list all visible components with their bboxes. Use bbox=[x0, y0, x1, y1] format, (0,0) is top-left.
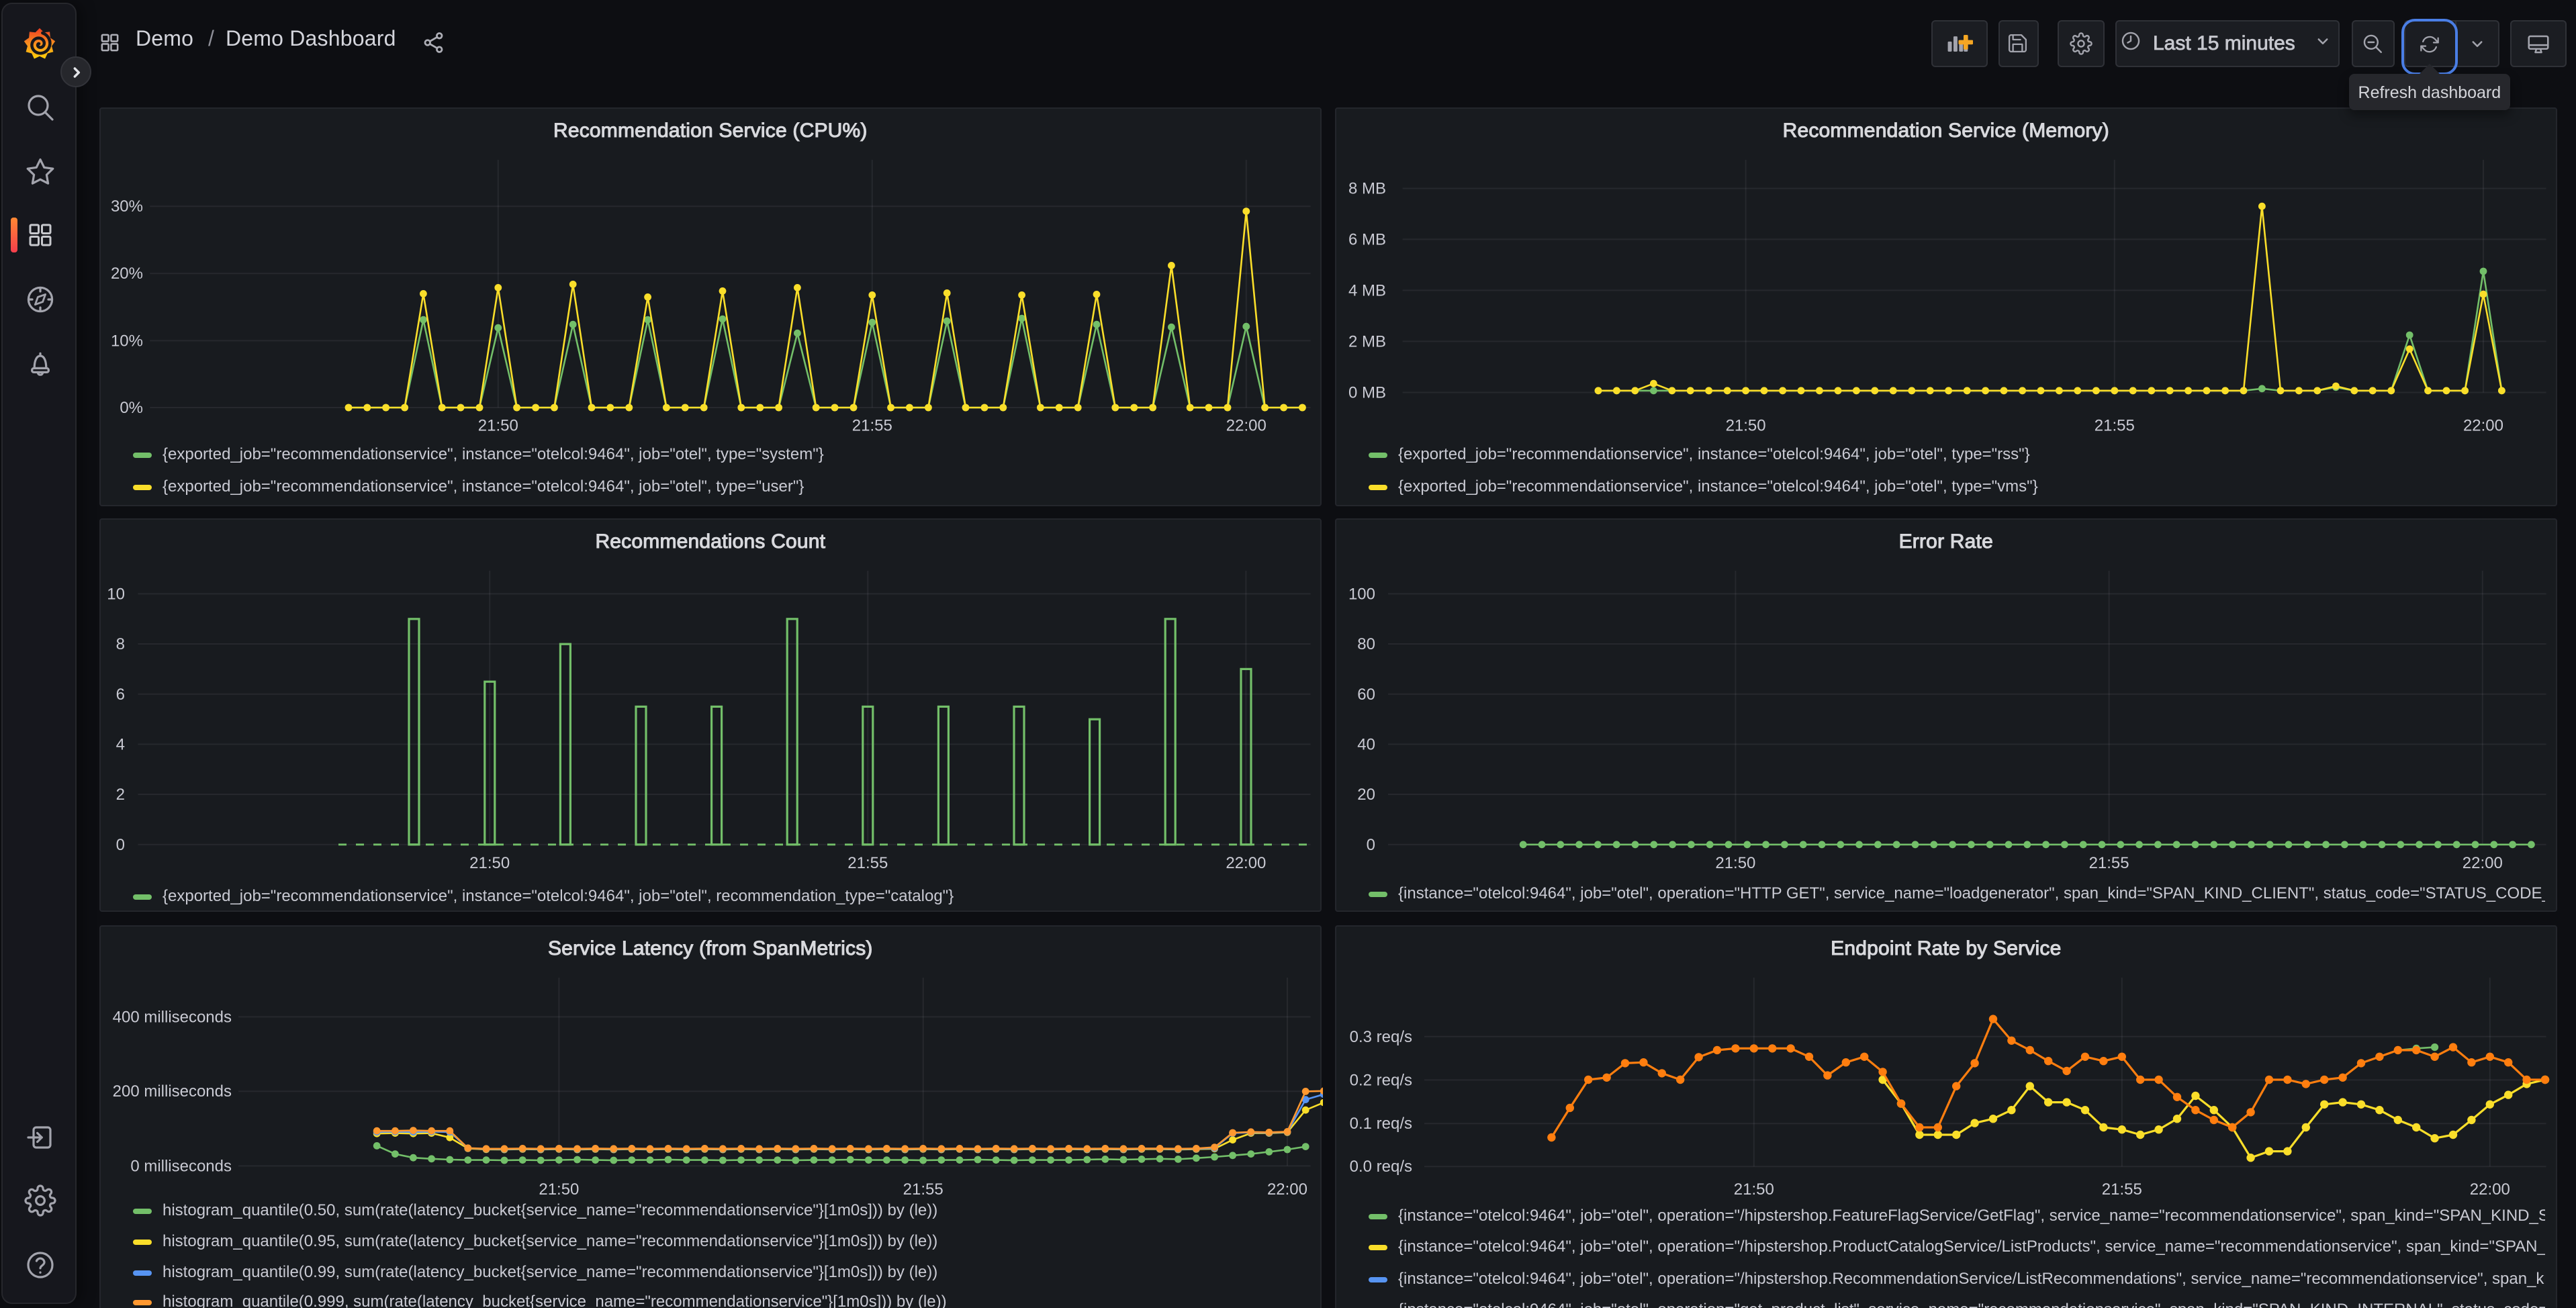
svg-text:0: 0 bbox=[1366, 835, 1375, 853]
svg-text:10: 10 bbox=[106, 584, 124, 602]
svg-text:2 MB: 2 MB bbox=[1348, 332, 1385, 351]
svg-text:200 milliseconds: 200 milliseconds bbox=[112, 1082, 231, 1101]
svg-text:400 milliseconds: 400 milliseconds bbox=[112, 1008, 231, 1026]
svg-text:4: 4 bbox=[116, 735, 124, 753]
svg-text:21:55: 21:55 bbox=[2088, 853, 2129, 872]
svg-text:0.2 req/s: 0.2 req/s bbox=[1349, 1071, 1412, 1089]
svg-text:0.1 req/s: 0.1 req/s bbox=[1349, 1115, 1412, 1133]
svg-text:8 MB: 8 MB bbox=[1348, 180, 1385, 198]
svg-text:60: 60 bbox=[1356, 685, 1375, 703]
svg-text:0: 0 bbox=[116, 835, 124, 853]
svg-text:22:00: 22:00 bbox=[2462, 853, 2502, 872]
svg-text:22:00: 22:00 bbox=[2469, 1180, 2510, 1199]
svg-text:21:50: 21:50 bbox=[1714, 853, 1755, 872]
svg-text:0 milliseconds: 0 milliseconds bbox=[130, 1157, 231, 1175]
svg-text:0.3 req/s: 0.3 req/s bbox=[1349, 1028, 1412, 1046]
svg-text:4 MB: 4 MB bbox=[1348, 281, 1385, 299]
svg-text:2: 2 bbox=[116, 785, 124, 803]
svg-text:22:00: 22:00 bbox=[2463, 416, 2503, 434]
svg-text:40: 40 bbox=[1356, 735, 1375, 753]
svg-text:0.0 req/s: 0.0 req/s bbox=[1349, 1158, 1412, 1176]
svg-text:80: 80 bbox=[1356, 635, 1375, 653]
svg-text:6 MB: 6 MB bbox=[1348, 230, 1385, 248]
svg-text:0 MB: 0 MB bbox=[1348, 383, 1385, 402]
svg-text:6: 6 bbox=[116, 685, 124, 703]
svg-text:21:55: 21:55 bbox=[847, 853, 887, 872]
svg-text:21:50: 21:50 bbox=[469, 853, 509, 872]
svg-text:20: 20 bbox=[1356, 785, 1375, 803]
svg-text:22:00: 22:00 bbox=[1225, 853, 1265, 872]
svg-text:22:00: 22:00 bbox=[1226, 416, 1266, 434]
svg-text:21:55: 21:55 bbox=[2094, 416, 2134, 434]
svg-text:8: 8 bbox=[116, 635, 124, 653]
svg-text:100: 100 bbox=[1348, 584, 1375, 602]
svg-text:30%: 30% bbox=[110, 197, 142, 216]
svg-text:0%: 0% bbox=[119, 399, 142, 417]
svg-text:21:55: 21:55 bbox=[2101, 1180, 2142, 1199]
svg-text:20%: 20% bbox=[110, 265, 142, 283]
svg-text:21:50: 21:50 bbox=[1725, 416, 1765, 434]
svg-text:21:50: 21:50 bbox=[477, 416, 518, 434]
svg-text:10%: 10% bbox=[110, 332, 142, 350]
svg-text:21:50: 21:50 bbox=[1733, 1180, 1774, 1199]
svg-text:21:55: 21:55 bbox=[852, 416, 892, 434]
